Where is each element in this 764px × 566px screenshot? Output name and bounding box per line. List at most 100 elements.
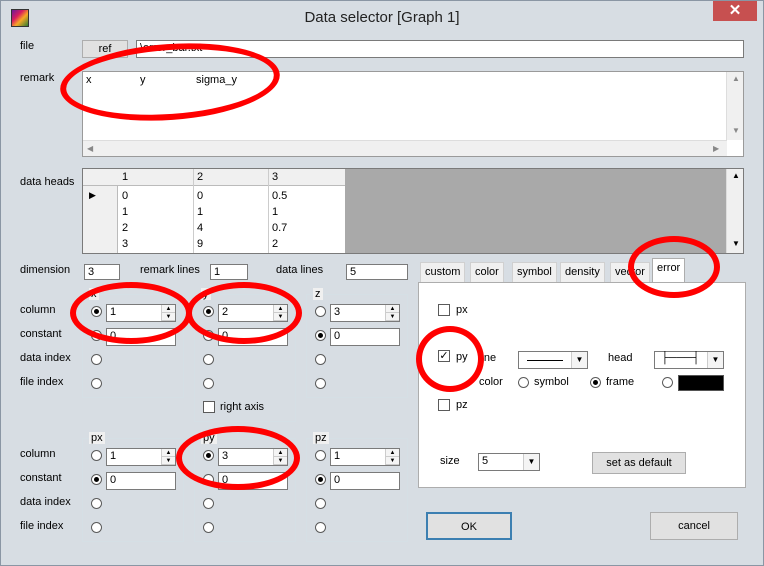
current-row-marker-icon: ▶	[89, 190, 96, 200]
grid-cell[interactable]: 0	[197, 190, 203, 202]
grid-cell[interactable]: 1	[272, 206, 278, 218]
px-constant-radio[interactable]	[91, 474, 102, 485]
py-column-radio[interactable]	[203, 450, 214, 461]
group-px-title: px	[89, 432, 105, 444]
scroll-down-icon[interactable]: ▼	[732, 126, 740, 135]
z-file-index-radio[interactable]	[315, 378, 326, 389]
color-custom-radio[interactable]	[662, 377, 673, 388]
x-constant-radio[interactable]	[91, 330, 102, 341]
error-head-style-dropdown[interactable]: ├───┤ ▼	[654, 351, 724, 369]
grid-vertical-scrollbar[interactable]: ▲ ▼	[726, 169, 743, 253]
error-px-checkbox[interactable]	[438, 304, 450, 316]
grid-cell[interactable]: 0.5	[272, 190, 287, 202]
scroll-right-icon[interactable]: ▶	[713, 144, 719, 153]
error-line-label: line	[479, 352, 497, 364]
y-constant-field[interactable]: 0	[218, 328, 288, 346]
dimension-label: dimension	[20, 264, 71, 276]
y-data-index-radio[interactable]	[203, 354, 214, 365]
x-data-index-radio[interactable]	[91, 354, 102, 365]
error-py-label: py	[456, 351, 468, 363]
pz-data-index-radio[interactable]	[315, 498, 326, 509]
grid-header-2: 2	[197, 171, 204, 183]
z-column-radio[interactable]	[315, 306, 326, 317]
grid-cell[interactable]: 0	[122, 190, 128, 202]
z-data-index-radio[interactable]	[315, 354, 326, 365]
tab-vector[interactable]: vector	[610, 262, 650, 282]
x-constant-field[interactable]: 0	[106, 328, 176, 346]
grid-cell[interactable]: 2	[272, 238, 278, 250]
file-path-field[interactable]: \error_bar.txt	[136, 40, 744, 58]
color-symbol-radio[interactable]	[518, 377, 529, 388]
scroll-up-icon[interactable]: ▲	[732, 74, 740, 83]
scroll-left-icon[interactable]: ◀	[87, 144, 93, 153]
group-py-title: py	[201, 432, 217, 444]
y-column-radio[interactable]	[203, 306, 214, 317]
window-title: Data selector [Graph 1]	[304, 9, 460, 26]
error-line-style-dropdown[interactable]: ▼	[518, 351, 588, 369]
grid-cell[interactable]: 2	[122, 222, 128, 234]
grid-cell[interactable]: 1	[197, 206, 203, 218]
error-px-label: px	[456, 304, 468, 316]
tab-density[interactable]: density	[560, 262, 605, 282]
py-column-spinner[interactable]: 3 ▲ ▼	[218, 448, 288, 466]
tab-error[interactable]: error	[652, 258, 686, 282]
x-column-spinner[interactable]: 1 ▲ ▼	[106, 304, 176, 322]
px-column-radio[interactable]	[91, 450, 102, 461]
remark-textarea[interactable]: x y sigma_y ▲ ▼ ◀ ▶	[82, 71, 744, 157]
data-lines-label: data lines	[276, 264, 324, 276]
remark-column-sigma: sigma_y	[196, 74, 237, 86]
grid-cell[interactable]: 0.7	[272, 222, 287, 234]
px-column-spinner[interactable]: 1 ▲ ▼	[106, 448, 176, 466]
px-constant-field[interactable]: 0	[106, 472, 176, 490]
y-constant-radio[interactable]	[203, 330, 214, 341]
pz-constant-field[interactable]: 0	[330, 472, 400, 490]
column-label: column	[20, 448, 56, 460]
pz-column-radio[interactable]	[315, 450, 326, 461]
grid-cell[interactable]: 9	[197, 238, 203, 250]
grid-cell[interactable]: 3	[122, 238, 128, 250]
cancel-button[interactable]: cancel	[650, 512, 738, 540]
scroll-up-icon[interactable]: ▲	[732, 171, 740, 180]
z-column-spinner[interactable]: 3 ▲ ▼	[330, 304, 400, 322]
px-file-index-radio[interactable]	[91, 522, 102, 533]
grid-cell[interactable]: 4	[197, 222, 203, 234]
z-constant-field[interactable]: 0	[330, 328, 400, 346]
y-column-spinner[interactable]: 2 ▲ ▼	[218, 304, 288, 322]
error-py-checkbox[interactable]: ✓	[438, 350, 450, 362]
data-lines-field[interactable]: 5	[346, 264, 408, 280]
color-swatch[interactable]	[678, 375, 724, 391]
tab-color[interactable]: color	[470, 262, 504, 282]
file-browse-button[interactable]: ref	[82, 40, 128, 58]
py-file-index-radio[interactable]	[203, 522, 214, 533]
error-pz-checkbox[interactable]	[438, 399, 450, 411]
grid-cell[interactable]: 1	[122, 206, 128, 218]
z-constant-radio[interactable]	[315, 330, 326, 341]
pz-constant-radio[interactable]	[315, 474, 326, 485]
scroll-down-icon[interactable]: ▼	[732, 239, 740, 248]
set-as-default-button[interactable]: set as default	[592, 452, 686, 474]
pz-column-spinner[interactable]: 1 ▲ ▼	[330, 448, 400, 466]
close-button[interactable]: ✕	[713, 1, 757, 21]
x-file-index-radio[interactable]	[91, 378, 102, 389]
pz-file-index-radio[interactable]	[315, 522, 326, 533]
data-grid-cells: ▶ 1 2 3 0 0 0.5 1 1 1 2 4 0.7 3 9 2	[83, 169, 345, 253]
remark-vertical-scrollbar[interactable]: ▲ ▼	[726, 72, 743, 140]
ok-button[interactable]: OK	[426, 512, 512, 540]
tab-custom[interactable]: custom	[420, 262, 466, 282]
data-grid[interactable]: ▶ 1 2 3 0 0 0.5 1 1 1 2 4 0.7 3 9 2 ▲ ▼	[82, 168, 744, 254]
px-data-index-radio[interactable]	[91, 498, 102, 509]
x-column-radio[interactable]	[91, 306, 102, 317]
data-heads-label: data heads	[20, 176, 75, 188]
size-dropdown[interactable]: 5 ▼	[478, 453, 540, 471]
error-head-label: head	[608, 352, 633, 364]
tab-symbol[interactable]: symbol	[512, 262, 557, 282]
dimension-field[interactable]: 3	[84, 264, 120, 280]
remark-lines-field[interactable]: 1	[210, 264, 248, 280]
remark-horizontal-scrollbar[interactable]: ◀ ▶	[83, 140, 727, 156]
py-constant-radio[interactable]	[203, 474, 214, 485]
y-file-index-radio[interactable]	[203, 378, 214, 389]
right-axis-checkbox[interactable]	[203, 401, 215, 413]
color-frame-radio[interactable]	[590, 377, 601, 388]
py-constant-field[interactable]: 0	[218, 472, 288, 490]
py-data-index-radio[interactable]	[203, 498, 214, 509]
